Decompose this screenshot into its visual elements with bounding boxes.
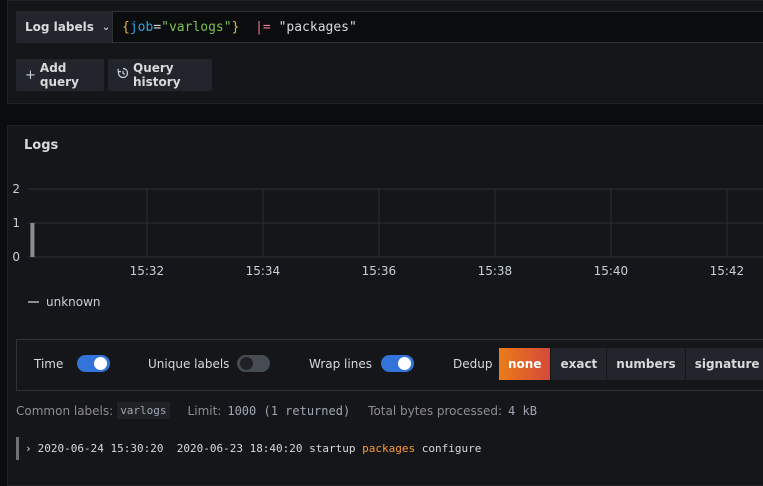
time-toggle[interactable] [77,355,110,372]
x-tick-label: 15:40 [594,264,629,278]
query-history-label: Query history [133,61,181,89]
query-pipe-operator: |= [255,19,271,35]
query-history-button[interactable]: Query history [108,59,212,91]
log-labels-label: Log labels [25,20,94,34]
dedup-exact-button[interactable]: exact [551,348,607,380]
dedup-numbers-button[interactable]: numbers [607,348,685,380]
wrap-lines-toggle[interactable] [381,355,414,372]
dedup-label: Dedup [453,357,493,371]
dedup-options: none exact numbers signature [499,348,763,380]
chart-legend[interactable]: unknown [28,295,101,309]
bytes-processed-value: 4 kB [508,403,537,418]
log-row-line-prefix: 2020-06-23 18:40:20 startup [176,442,363,455]
history-icon [117,67,129,83]
log-row-timestamp: 2020-06-24 15:30:20 [37,442,164,455]
query-label-value: "varlogs" [161,19,232,35]
query-equals: = [153,19,162,35]
x-tick-label: 15:34 [246,264,281,278]
limit-label: Limit: [187,403,222,418]
dedup-none-button[interactable]: none [499,348,551,380]
legend-label: unknown [46,295,101,309]
wrap-lines-label: Wrap lines [309,357,372,371]
log-options-bar: Time Unique labels Wrap lines Dedup none… [16,339,763,391]
add-query-label: Add query [39,61,79,89]
log-level-bar [16,437,19,460]
bytes-processed-label: Total bytes processed: [368,403,503,418]
query-close-brace: } [231,19,240,35]
x-tick-label: 15:38 [478,264,513,278]
query-input[interactable]: {job = "varlogs"} |= "packages" [112,11,763,43]
time-label: Time [34,357,64,371]
query-open-brace: { [122,19,130,35]
limit-value: 1000 (1 returned) [227,403,351,418]
chart-bar [30,223,35,257]
logs-panel: Logs 2 1 0 15:32 15:34 15:36 15:38 15:40 15:42 u… [7,125,763,486]
y-tick-label: 2 [12,182,20,196]
log-row-line-suffix: configure [415,442,482,455]
logs-meta: Common labels: varlogs Limit: 1000 (1 re… [16,402,537,419]
common-labels-value: varlogs [117,402,170,419]
log-row-highlight: packages [362,442,416,455]
unique-labels-label: Unique labels [148,357,230,371]
chevron-down-icon: ⌄ [101,21,111,33]
log-row[interactable]: › 2020-06-24 15:30:20 2020-06-23 18:40:2… [16,437,481,460]
legend-swatch [28,301,39,303]
dedup-signature-button[interactable]: signature [685,348,763,380]
log-labels-button[interactable]: Log labels ⌄ [16,11,114,43]
logs-panel-title: Logs [24,138,59,153]
y-tick-label: 1 [12,216,20,230]
expand-row-icon[interactable]: › [25,442,32,455]
plus-icon: + [25,67,36,83]
query-filter-string: "packages" [278,19,357,35]
query-editor-panel: Log labels ⌄ {job = "varlogs"} |= "package… [7,0,763,104]
x-tick-label: 15:32 [130,264,165,278]
logs-volume-chart-svg: 2 1 0 15:32 15:34 15:36 15:38 15:40 15:42 [12,182,763,278]
logs-volume-chart: 2 1 0 15:32 15:34 15:36 15:38 15:40 15:42 [8,176,763,296]
unique-labels-toggle[interactable] [237,355,270,372]
y-tick-label: 0 [12,250,20,264]
x-tick-label: 15:42 [710,264,745,278]
add-query-button[interactable]: + Add query [16,59,104,91]
common-labels-label: Common labels: [16,403,114,418]
x-tick-label: 15:36 [362,264,397,278]
query-label-key: job [129,19,154,35]
